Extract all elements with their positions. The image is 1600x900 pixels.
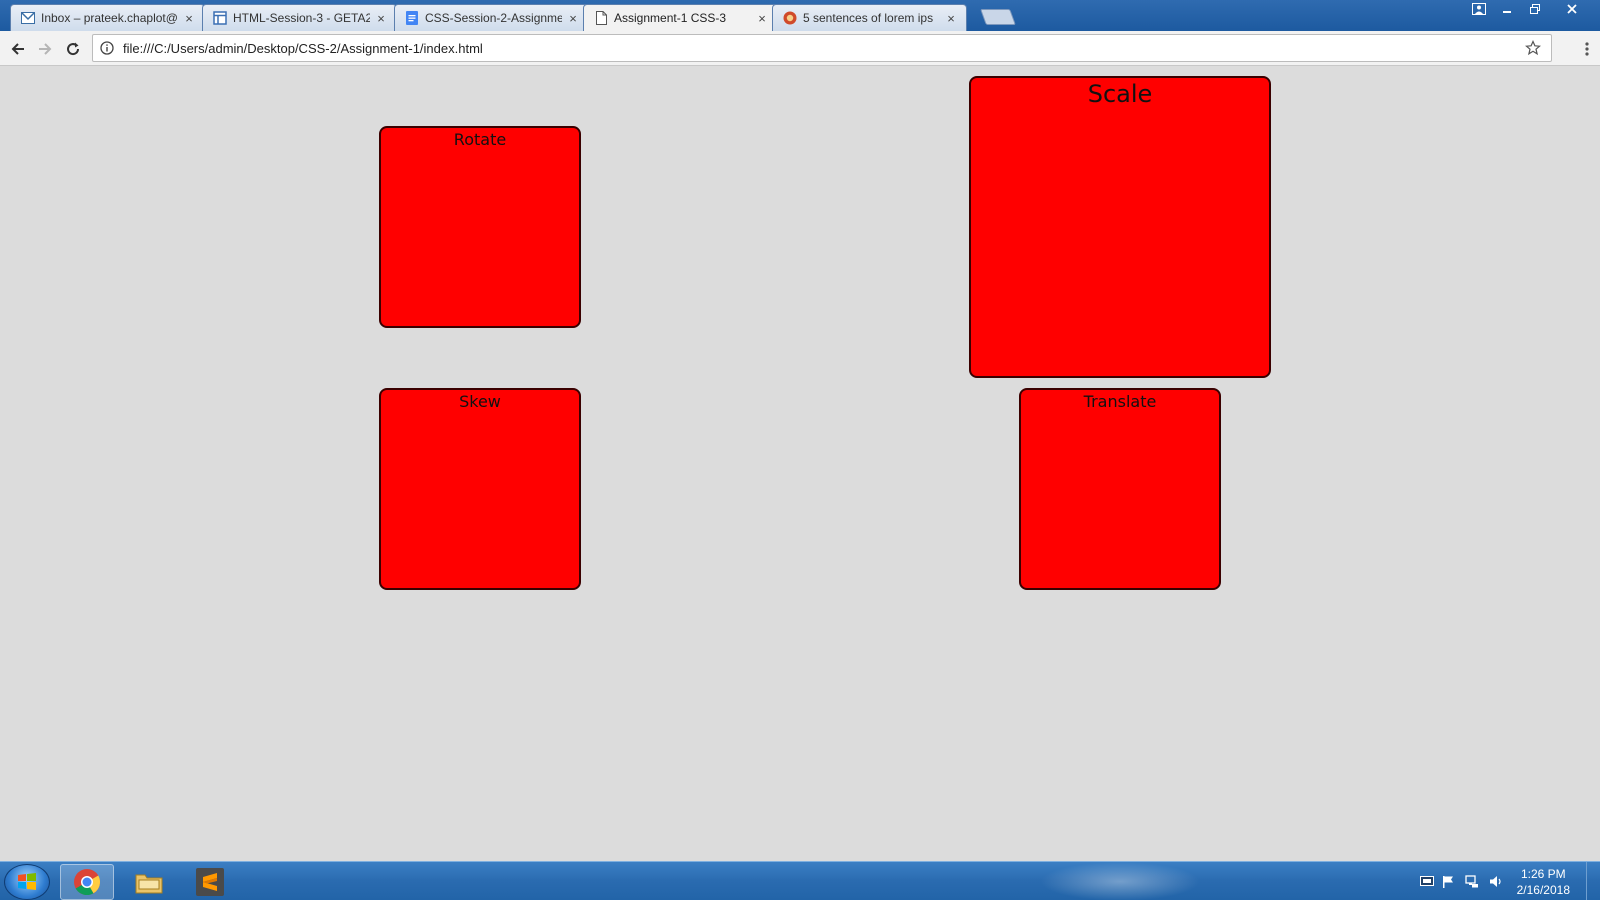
action-center-flag-icon[interactable]	[1436, 875, 1460, 889]
browser-toolbar: file:///C:/Users/admin/Desktop/CSS-2/Ass…	[0, 31, 1600, 66]
page-content: Rotate Scale Skew Translate	[0, 67, 1600, 861]
gmail-icon	[21, 11, 35, 25]
network-icon[interactable]	[1460, 875, 1484, 888]
menu-icon[interactable]	[1582, 39, 1592, 59]
rotate-label: Rotate	[453, 130, 507, 149]
tab-title: Assignment-1 CSS-3	[614, 11, 727, 25]
doc-layout-icon	[213, 11, 227, 25]
show-desktop-button[interactable]	[1586, 862, 1600, 900]
scale-label: Scale	[1087, 80, 1153, 108]
new-tab-button[interactable]	[980, 9, 1016, 25]
tab-title: HTML-Session-3 - GETA2	[233, 11, 370, 25]
system-clock[interactable]: 1:26 PM 2/16/2018	[1517, 866, 1570, 898]
tab-strip: Inbox – prateek.chaplot@ × HTML-Session-…	[0, 0, 1600, 31]
tab-title: CSS-Session-2-Assignme	[425, 11, 562, 25]
page-icon	[594, 11, 608, 25]
tab-html-session[interactable]: HTML-Session-3 - GETA2 ×	[202, 4, 397, 31]
restore-icon[interactable]	[1521, 0, 1549, 18]
start-button[interactable]	[4, 864, 50, 900]
tab-assignment[interactable]: Assignment-1 CSS-3 ×	[583, 4, 778, 31]
window-controls	[1465, 0, 1595, 20]
close-icon[interactable]: ×	[374, 11, 388, 26]
language-icon[interactable]	[1418, 875, 1436, 888]
close-icon[interactable]: ×	[944, 11, 958, 26]
clock-date: 2/16/2018	[1516, 883, 1570, 897]
chrome-icon[interactable]	[60, 864, 114, 900]
rotate-box[interactable]: Rotate	[379, 126, 581, 328]
taskbar-glow	[1040, 862, 1200, 900]
info-icon[interactable]	[99, 40, 115, 56]
tab-title: Inbox – prateek.chaplot@	[41, 11, 178, 25]
translate-box[interactable]: Translate	[1019, 388, 1221, 590]
close-icon[interactable]: ×	[755, 11, 769, 26]
windows-logo-icon	[18, 873, 36, 890]
clock-time: 1:26 PM	[1520, 867, 1566, 881]
close-icon[interactable]: ×	[566, 11, 580, 26]
sublime-text-icon[interactable]	[183, 864, 237, 900]
bookmark-star-icon[interactable]	[1525, 40, 1541, 56]
url-text: file:///C:/Users/admin/Desktop/CSS-2/Ass…	[123, 40, 483, 56]
tab-inbox[interactable]: Inbox – prateek.chaplot@ ×	[10, 4, 205, 31]
close-window-icon[interactable]	[1549, 0, 1595, 18]
forward-icon[interactable]	[35, 39, 55, 59]
tab-lorem-ipsum[interactable]: 5 sentences of lorem ips ×	[772, 4, 967, 31]
file-explorer-icon[interactable]	[122, 864, 176, 900]
windows-taskbar: 1:26 PM 2/16/2018	[0, 861, 1600, 900]
back-icon[interactable]	[8, 39, 28, 59]
volume-icon[interactable]	[1484, 875, 1508, 888]
close-icon[interactable]: ×	[182, 11, 196, 26]
google-docs-icon	[405, 11, 419, 25]
reload-icon[interactable]	[63, 39, 83, 59]
skew-label: Skew	[459, 392, 501, 411]
tab-title: 5 sentences of lorem ips	[803, 11, 934, 25]
lorem-site-icon	[783, 11, 797, 25]
minimize-icon[interactable]	[1493, 0, 1521, 18]
skew-box[interactable]: Skew	[379, 388, 581, 590]
address-bar[interactable]: file:///C:/Users/admin/Desktop/CSS-2/Ass…	[92, 34, 1552, 62]
system-tray	[1418, 862, 1508, 900]
scale-box[interactable]: Scale	[969, 76, 1271, 378]
tab-css-session[interactable]: CSS-Session-2-Assignme ×	[394, 4, 589, 31]
translate-label: Translate	[1083, 392, 1157, 411]
user-icon[interactable]	[1465, 0, 1493, 18]
